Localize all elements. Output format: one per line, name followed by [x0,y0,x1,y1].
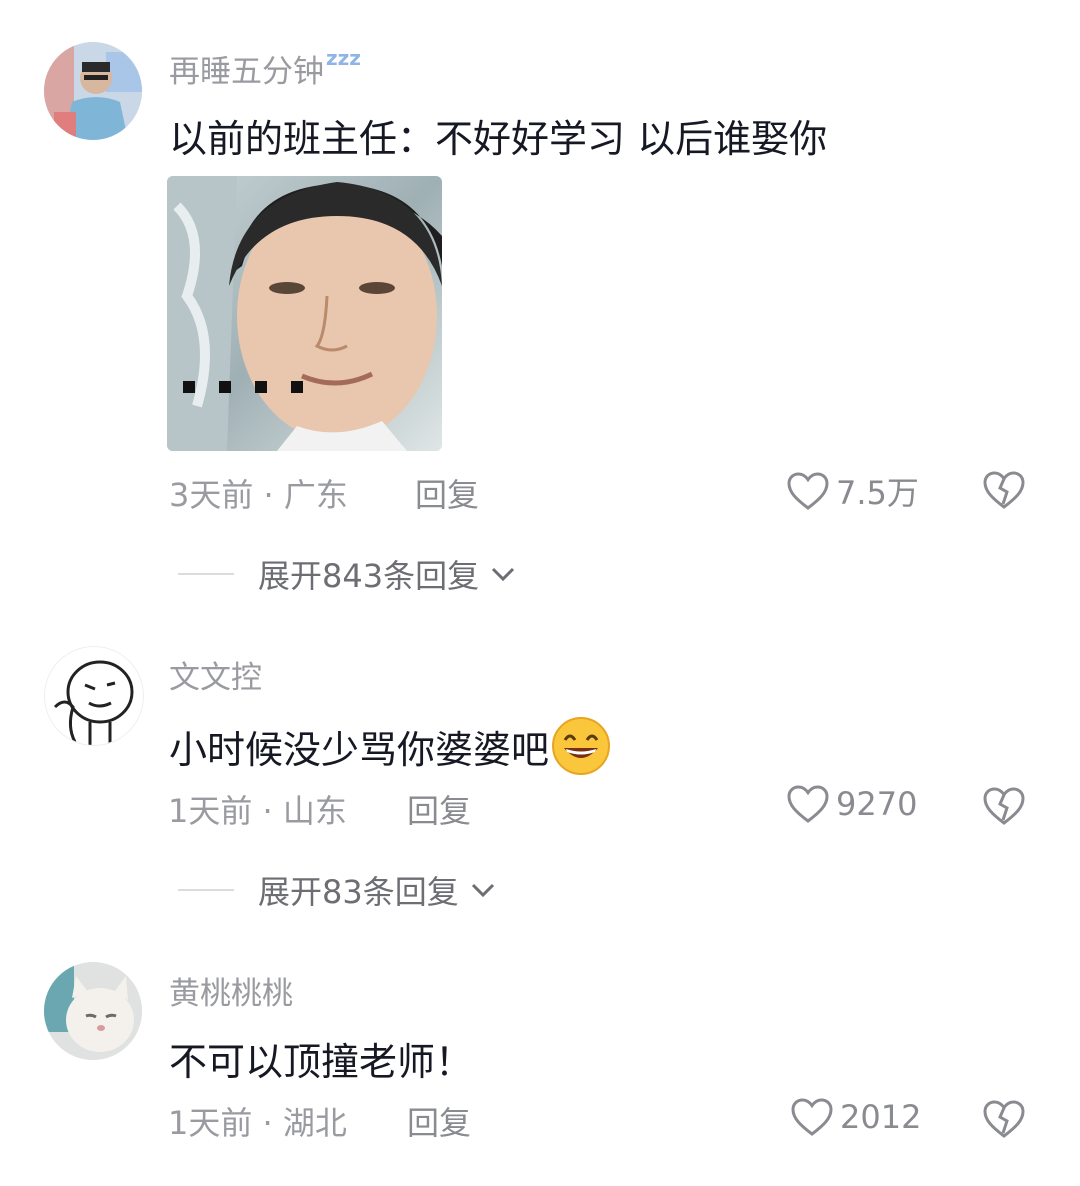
comment-time-location: 1天前 · 湖北 [168,1104,347,1142]
sleep-icon: zzz [326,46,361,70]
like-count: 7.5万 [836,474,919,512]
comment-text: 不可以顶撞老师！ [169,1040,474,1084]
comment-text: 小时候没少骂你婆婆吧 [169,727,550,772]
like-count: 9270 [836,785,918,823]
like-button[interactable]: 9270 [786,784,917,824]
broken-heart-icon[interactable] [982,470,1026,510]
username[interactable]: 再睡五分钟 zzz [169,46,361,91]
expand-replies-label: 展开83条回复 [258,873,459,911]
comment-text: 以前的班主任：不好好学习 以后谁娶你 [169,117,828,161]
heart-outline-icon [791,1098,833,1136]
reply-button[interactable]: 回复 [407,1098,471,1144]
like-button[interactable]: 2012 [790,1097,921,1137]
heart-outline-icon [787,472,829,510]
heart-outline-icon [787,785,829,823]
expand-replies-button[interactable]: 展开843条回复 [178,551,517,597]
divider [178,573,234,575]
broken-heart-icon[interactable] [982,786,1026,826]
divider [178,889,234,891]
chevron-down-icon [471,883,494,898]
username[interactable]: 文文控 [169,652,262,697]
expand-replies-button[interactable]: 展开83条回复 [178,867,497,913]
like-button[interactable]: 7.5万 [786,468,919,514]
avatar[interactable] [44,962,142,1060]
avatar[interactable] [44,42,142,140]
comment-text-row: 小时候没少骂你婆婆吧 [169,716,611,776]
reply-button[interactable]: 回复 [407,786,471,832]
reply-button[interactable]: 回复 [415,470,479,516]
comment-time-location: 3天前 · 广东 [169,476,348,514]
expand-replies-label: 展开843条回复 [258,557,480,595]
username[interactable]: 黄桃桃桃 [169,968,293,1013]
like-count: 2012 [840,1098,922,1136]
broken-heart-icon[interactable] [982,1099,1026,1139]
grinning-face-icon [552,717,611,775]
comment-image[interactable] [167,176,442,451]
comment-time-location: 1天前 · 山东 [168,792,347,830]
avatar[interactable] [44,646,144,746]
chevron-down-icon [492,567,515,582]
